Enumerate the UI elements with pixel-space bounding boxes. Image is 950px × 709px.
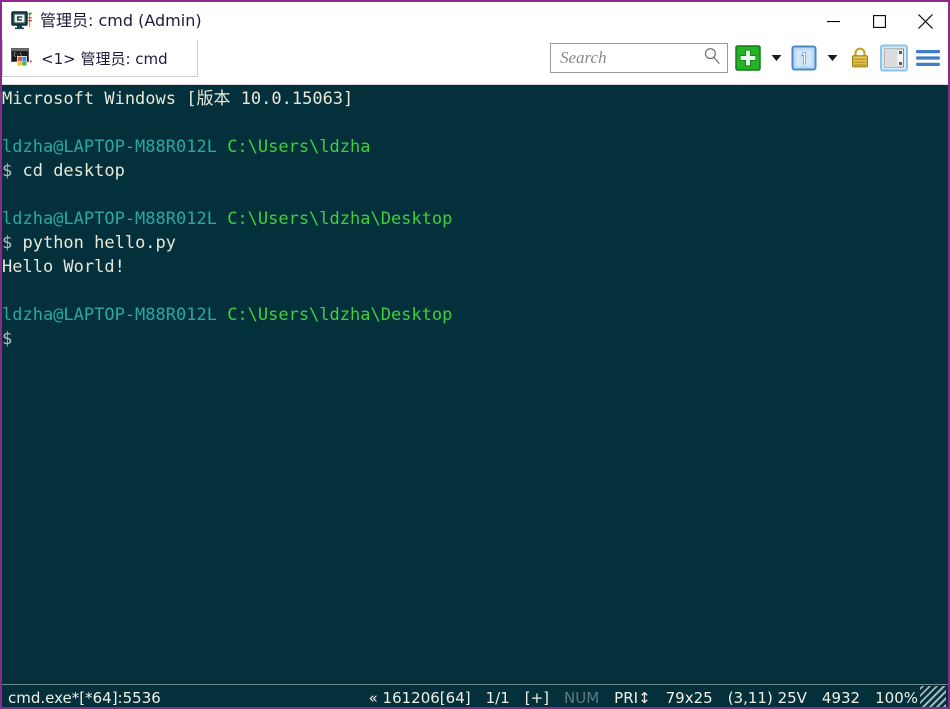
status-item: [+]: [525, 689, 549, 707]
console-line: ldzha@LAPTOP-M88R012L C:\Users\ldzha\Des…: [2, 207, 948, 231]
console-segment: [217, 305, 227, 325]
minimize-button[interactable]: [810, 2, 856, 40]
lock-icon[interactable]: [846, 44, 874, 72]
resize-grip[interactable]: [920, 686, 946, 709]
console-line: Hello World!: [2, 255, 948, 279]
console-line: ldzha@LAPTOP-M88R012L C:\Users\ldzha\Des…: [2, 303, 948, 327]
window-title: 管理员: cmd (Admin): [40, 13, 202, 30]
console-segment: Hello World!: [2, 257, 125, 277]
console-line: Microsoft Windows [版本 10.0.15063]: [2, 87, 948, 111]
status-item: 100%: [875, 689, 918, 707]
status-item: 79x25: [666, 689, 713, 707]
console-list-button[interactable]: [790, 44, 818, 72]
tab-label: <1> 管理员: cmd: [41, 48, 168, 69]
conemu-window: 管理员: cmd (Admin): [0, 0, 950, 709]
hamburger-menu-icon[interactable]: [914, 44, 942, 72]
console-line: [2, 279, 948, 303]
close-button[interactable]: [902, 2, 948, 40]
title-bar[interactable]: 管理员: cmd (Admin): [2, 2, 948, 40]
console-segment: C:\Users\ldzha: [227, 137, 370, 157]
conemu-monitor-icon: [11, 11, 33, 31]
cmd-console-icon: C:\: [11, 48, 33, 68]
console-output-area[interactable]: Microsoft Windows [版本 10.0.15063] ldzha@…: [2, 85, 948, 684]
toolbar: Search: [550, 43, 942, 73]
console-segment: [217, 137, 227, 157]
new-console-button[interactable]: [734, 44, 762, 72]
console-segment: python hello.py: [12, 233, 176, 253]
maximize-button[interactable]: [856, 2, 902, 40]
search-box[interactable]: Search: [550, 43, 728, 73]
console-segment: $: [2, 233, 12, 253]
panel-toggle-icon[interactable]: [880, 44, 908, 72]
console-line: $: [2, 327, 948, 351]
console-line: $ cd desktop: [2, 159, 948, 183]
console-line: ldzha@LAPTOP-M88R012L C:\Users\ldzha: [2, 135, 948, 159]
console-segment: ldzha@LAPTOP-M88R012L: [2, 209, 217, 229]
status-item: 4932: [822, 689, 860, 707]
console-segment: ldzha@LAPTOP-M88R012L: [2, 137, 217, 157]
tab-console-1[interactable]: C:\ <1> 管理员: cmd: [2, 40, 198, 77]
console-list-dropdown-arrow[interactable]: [824, 44, 840, 72]
status-item: « 161206[64]: [369, 689, 471, 707]
console-text: Microsoft Windows [版本 10.0.15063] ldzha@…: [2, 85, 948, 351]
console-segment: C:\Users\ldzha\Desktop: [227, 209, 452, 229]
console-segment: [217, 209, 227, 229]
console-segment: Microsoft Windows [版本 10.0.15063]: [2, 89, 353, 109]
status-item: (3,11) 25V: [728, 689, 807, 707]
console-segment: cd desktop: [12, 161, 125, 181]
console-line: $ python hello.py: [2, 231, 948, 255]
console-line: [2, 183, 948, 207]
console-segment: ldzha@LAPTOP-M88R012L: [2, 305, 217, 325]
console-segment: C:\Users\ldzha\Desktop: [227, 305, 452, 325]
search-icon: [703, 47, 721, 70]
status-process: cmd.exe*[*64]:5536: [2, 689, 161, 707]
console-segment: $: [2, 329, 12, 349]
caption-button-group: [810, 2, 948, 40]
status-item: PRI↕: [614, 689, 650, 707]
search-input[interactable]: Search: [560, 48, 703, 68]
status-item: 1/1: [486, 689, 510, 707]
new-console-dropdown-arrow[interactable]: [768, 44, 784, 72]
console-line: [2, 111, 948, 135]
status-item: NUM: [564, 689, 599, 707]
console-segment: $: [2, 161, 12, 181]
status-items: « 161206[64] 1/1 [+] NUM PRI↕ 79x25 (3,11) 25V…: [369, 685, 918, 709]
tab-strip: C:\ <1> 管理员: cmd Search: [2, 40, 948, 85]
status-bar: cmd.exe*[*64]:5536 « 161206[64] 1/1 [+] NUM…: [2, 684, 948, 709]
